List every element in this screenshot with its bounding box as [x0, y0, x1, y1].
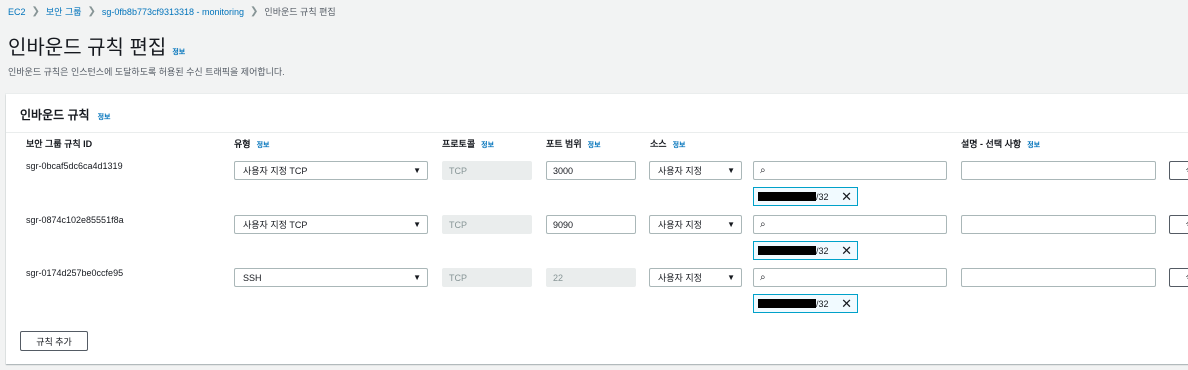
column-header-source: 소스 정보 — [650, 137, 685, 150]
breadcrumb-ec2[interactable]: EC2 — [8, 7, 26, 17]
source-info-link[interactable]: 정보 — [673, 140, 686, 150]
chevron-right-icon: ❯ — [31, 6, 40, 17]
panel-header: 인바운드 규칙 정보 — [20, 106, 110, 123]
source-search-input[interactable]: ⌕ — [753, 268, 947, 287]
description-info-link[interactable]: 정보 — [1027, 140, 1040, 150]
panel-title: 인바운드 규칙 — [20, 108, 90, 122]
page-title: 인바운드 규칙 편집 정보 — [8, 31, 185, 60]
caret-down-icon: ▼ — [413, 273, 421, 282]
description-input[interactable] — [961, 161, 1156, 180]
cidr-token: /32 ✕ — [753, 294, 858, 313]
chevron-right-icon: ❯ — [87, 6, 96, 17]
close-icon[interactable]: ✕ — [841, 243, 852, 259]
inbound-rules-panel: 인바운드 규칙 정보 보안 그룹 규칙 ID 유형 정보 프로토콜 정보 포트 … — [6, 94, 1188, 364]
panel-divider — [6, 132, 1188, 133]
protocol-value: TCP — [449, 272, 467, 283]
column-header-type: 유형 정보 — [234, 137, 269, 150]
breadcrumb-security-group[interactable]: sg-0fb8b773cf9313318 - monitoring — [102, 7, 244, 17]
type-select[interactable]: 사용자 지정 TCP ▼ — [234, 215, 428, 234]
type-select-value: 사용자 지정 TCP — [243, 166, 308, 176]
port-range-input: 22 — [546, 268, 636, 287]
column-header-rule-id-label: 보안 그룹 규칙 ID — [26, 139, 93, 149]
source-select-value: 사용자 지정 — [658, 166, 702, 176]
source-select[interactable]: 사용자 지정 ▼ — [649, 268, 742, 287]
column-header-source-label: 소스 — [650, 139, 667, 149]
close-icon[interactable]: ✕ — [841, 189, 852, 205]
page-description: 인바운드 규칙은 인스턴스에 도달하도록 허용된 수신 트래픽을 제어합니다. — [8, 67, 285, 77]
rule-id: sgr-0874c102e85551f8a — [26, 215, 124, 225]
type-select-value: SSH — [243, 272, 262, 283]
cidr-token: /32 ✕ — [753, 187, 858, 206]
caret-down-icon: ▼ — [413, 166, 421, 175]
rule-row: sgr-0874c102e85551f8a 사용자 지정 TCP ▼ TCP 9… — [6, 215, 1188, 269]
protocol-value: TCP — [449, 165, 467, 176]
column-header-rule-id: 보안 그룹 규칙 ID — [26, 137, 92, 150]
redacted-ip — [758, 192, 816, 201]
caret-down-icon: ▼ — [727, 166, 735, 175]
column-header-type-label: 유형 — [234, 139, 251, 149]
protocol-field: TCP — [442, 161, 532, 180]
page-info-link[interactable]: 정보 — [172, 47, 185, 57]
cidr-suffix: /32 — [816, 245, 829, 256]
rule-id: sgr-0174d257be0ccfe95 — [26, 268, 124, 278]
port-range-value: 3000 — [553, 165, 574, 176]
type-select-value: 사용자 지정 TCP — [243, 220, 308, 230]
type-select[interactable]: 사용자 지정 TCP ▼ — [234, 161, 428, 180]
port-range-info-link[interactable]: 정보 — [588, 140, 601, 150]
port-range-input[interactable]: 9090 — [546, 215, 636, 234]
delete-rule-button[interactable]: 삭 — [1169, 215, 1188, 234]
port-range-input[interactable]: 3000 — [546, 161, 636, 180]
source-search-input[interactable]: ⌕ — [753, 215, 947, 234]
source-select[interactable]: 사용자 지정 ▼ — [649, 161, 742, 180]
caret-down-icon: ▼ — [413, 220, 421, 229]
rule-row: sgr-0bcaf5dc6ca4d1319 사용자 지정 TCP ▼ TCP 3… — [6, 161, 1188, 215]
redacted-ip — [758, 246, 816, 255]
search-icon: ⌕ — [760, 272, 766, 283]
source-search-input[interactable]: ⌕ — [753, 161, 947, 180]
chevron-right-icon: ❯ — [250, 6, 259, 17]
rule-id: sgr-0bcaf5dc6ca4d1319 — [26, 161, 123, 171]
cidr-token: /32 ✕ — [753, 241, 858, 260]
page-title-text: 인바운드 규칙 편집 — [8, 37, 167, 59]
redacted-ip — [758, 299, 816, 308]
close-icon[interactable]: ✕ — [841, 296, 852, 312]
caret-down-icon: ▼ — [727, 220, 735, 229]
type-info-link[interactable]: 정보 — [257, 140, 270, 150]
type-select[interactable]: SSH ▼ — [234, 268, 428, 287]
column-header-port-range: 포트 범위 정보 — [546, 137, 601, 150]
protocol-field: TCP — [442, 215, 532, 234]
rule-row: sgr-0174d257be0ccfe95 SSH ▼ TCP 22 사용자 지… — [6, 268, 1188, 322]
source-select-value: 사용자 지정 — [658, 220, 702, 230]
column-header-port-range-label: 포트 범위 — [546, 139, 582, 149]
source-select[interactable]: 사용자 지정 ▼ — [649, 215, 742, 234]
protocol-info-link[interactable]: 정보 — [481, 140, 494, 150]
protocol-field: TCP — [442, 268, 532, 287]
breadcrumb: EC2 ❯ 보안 그룹 ❯ sg-0fb8b773cf9313318 - mon… — [8, 5, 336, 18]
port-range-value: 22 — [553, 272, 564, 283]
cidr-suffix: /32 — [816, 298, 829, 309]
column-header-protocol: 프로토콜 정보 — [442, 137, 494, 150]
description-input[interactable] — [961, 215, 1156, 234]
source-select-value: 사용자 지정 — [658, 273, 702, 283]
add-rule-button[interactable]: 규칙 추가 — [20, 331, 88, 351]
description-input[interactable] — [961, 268, 1156, 287]
panel-info-link[interactable]: 정보 — [98, 112, 111, 122]
column-header-description: 설명 - 선택 사항 정보 — [961, 137, 1040, 150]
column-header-description-label: 설명 - 선택 사항 — [961, 139, 1022, 149]
search-icon: ⌕ — [760, 165, 766, 176]
cidr-suffix: /32 — [816, 191, 829, 202]
protocol-value: TCP — [449, 219, 467, 230]
breadcrumb-security-groups[interactable]: 보안 그룹 — [46, 5, 82, 18]
breadcrumb-current: 인바운드 규칙 편집 — [264, 7, 336, 17]
caret-down-icon: ▼ — [727, 273, 735, 282]
delete-rule-button[interactable]: 삭 — [1169, 161, 1188, 180]
port-range-value: 9090 — [553, 219, 574, 230]
column-header-protocol-label: 프로토콜 — [442, 139, 476, 149]
search-icon: ⌕ — [760, 219, 766, 230]
delete-rule-button[interactable]: 삭 — [1169, 268, 1188, 287]
